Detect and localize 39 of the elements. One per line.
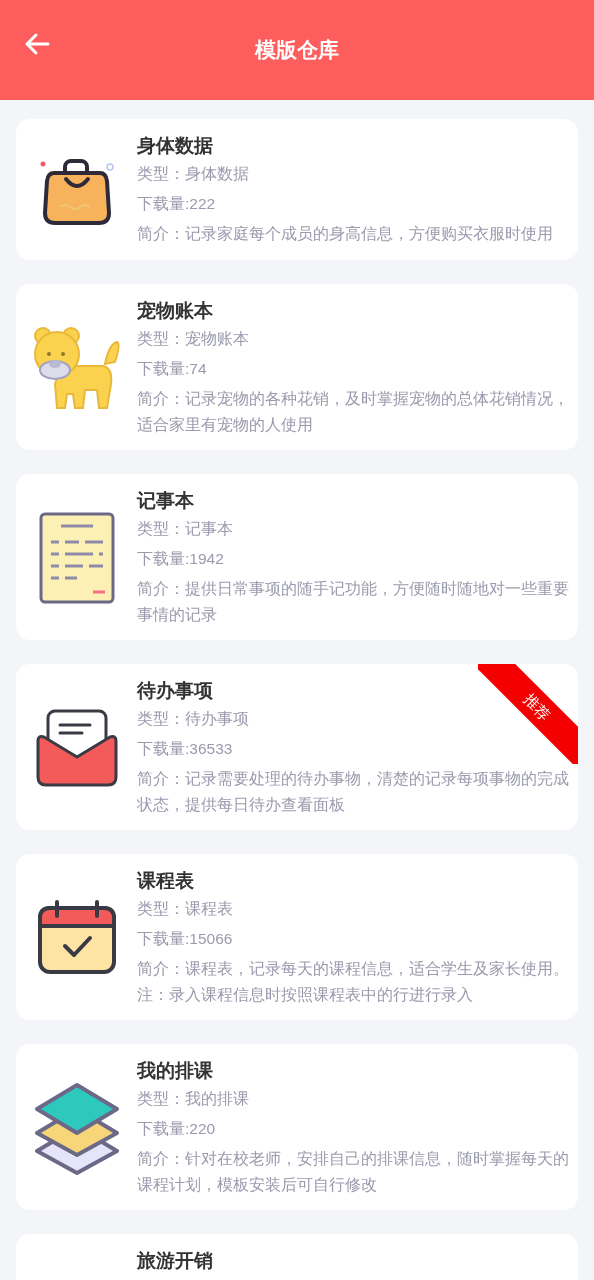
template-type: 类型：身体数据 (137, 164, 249, 184)
template-type: 类型：我的排课 (137, 1089, 249, 1109)
template-title: 课程表 (137, 869, 194, 893)
recommended-ribbon: 推荐 (478, 664, 578, 764)
notepad-icon (38, 512, 115, 604)
template-card[interactable]: 身体数据 类型：身体数据 下载量:222 简介：记录家庭每个成员的身高信息，方便购买衣服时使用 (16, 119, 578, 260)
download-count: 下载量:222 (137, 194, 216, 214)
template-type: 类型：课程表 (137, 899, 233, 919)
template-title: 记事本 (137, 489, 194, 513)
template-card[interactable]: 待办事项 类型：待办事项 下载量:36533 简介：记录需要处理的待办事物，清楚的记录每项事物的完成状态，提供每日待办查看面板 推荐 (16, 664, 578, 830)
template-card[interactable]: 课程表 类型：课程表 下载量:15066 简介：课程表，记录每天的课程信息，适合学生及家长使用。注：录入课程信息时按照课程表中的行进行录入 (16, 854, 578, 1020)
template-description: 简介：记录家庭每个成员的身高信息，方便购买衣服时使用 (137, 224, 554, 244)
back-arrow-icon[interactable] (24, 32, 50, 56)
template-type: 类型：宠物账本 (137, 329, 249, 349)
template-card[interactable]: 我的排课 类型：我的排课 下载量:220 简介：针对在校老师，安排自己的排课信息，随时掌握每天的课程计划，模板安装后可自行修改 (16, 1044, 578, 1210)
template-description: 简介：针对在校老师，安排自己的排课信息，随时掌握每天的课程计划，模板安装后可自行修改 (137, 1149, 570, 1195)
template-title: 身体数据 (137, 134, 213, 158)
template-title: 我的排课 (137, 1059, 213, 1083)
download-count: 下载量:1942 (137, 549, 224, 569)
template-description: 简介：课程表，记录每天的课程信息，适合学生及家长使用。注：录入课程信息时按照课程表中的行进行录入 (137, 959, 570, 1005)
download-count: 下载量:220 (137, 1119, 216, 1139)
template-description: 简介：记录需要处理的待办事物，清楚的记录每项事物的完成状态，提供每日待办查看面板 (137, 769, 570, 815)
download-count: 下载量:74 (137, 359, 207, 379)
template-title: 宠物账本 (137, 299, 213, 323)
template-description: 简介：记录宠物的各种花销，及时掌握宠物的总体花销情况，适合家里有宠物的人使用 (137, 389, 570, 435)
template-description: 简介：提供日常事项的随手记功能，方便随时随地对一些重要事情的记录 (137, 579, 570, 625)
envelope-icon (35, 709, 118, 787)
template-type: 类型：记事本 (137, 519, 233, 539)
layers-icon (32, 1081, 121, 1175)
download-count: 下载量:36533 (137, 739, 233, 759)
template-card[interactable]: 宠物账本 类型：宠物账本 下载量:74 简介：记录宠物的各种花销，及时掌握宠物的总体花销情况，适合家里有宠物的人使用 (16, 284, 578, 450)
template-title: 旅游开销 (137, 1249, 213, 1273)
page-title: 模版仓库 (255, 37, 339, 63)
template-title: 待办事项 (137, 679, 213, 703)
download-count: 下载量:15066 (137, 929, 233, 949)
template-card[interactable]: 记事本 类型：记事本 下载量:1942 简介：提供日常事项的随手记功能，方便随时随地对一些重要事情的记录 (16, 474, 578, 640)
template-card[interactable]: 旅游开销 (16, 1234, 578, 1280)
template-type: 类型：待办事项 (137, 709, 249, 729)
calendar-check-icon (36, 900, 117, 976)
